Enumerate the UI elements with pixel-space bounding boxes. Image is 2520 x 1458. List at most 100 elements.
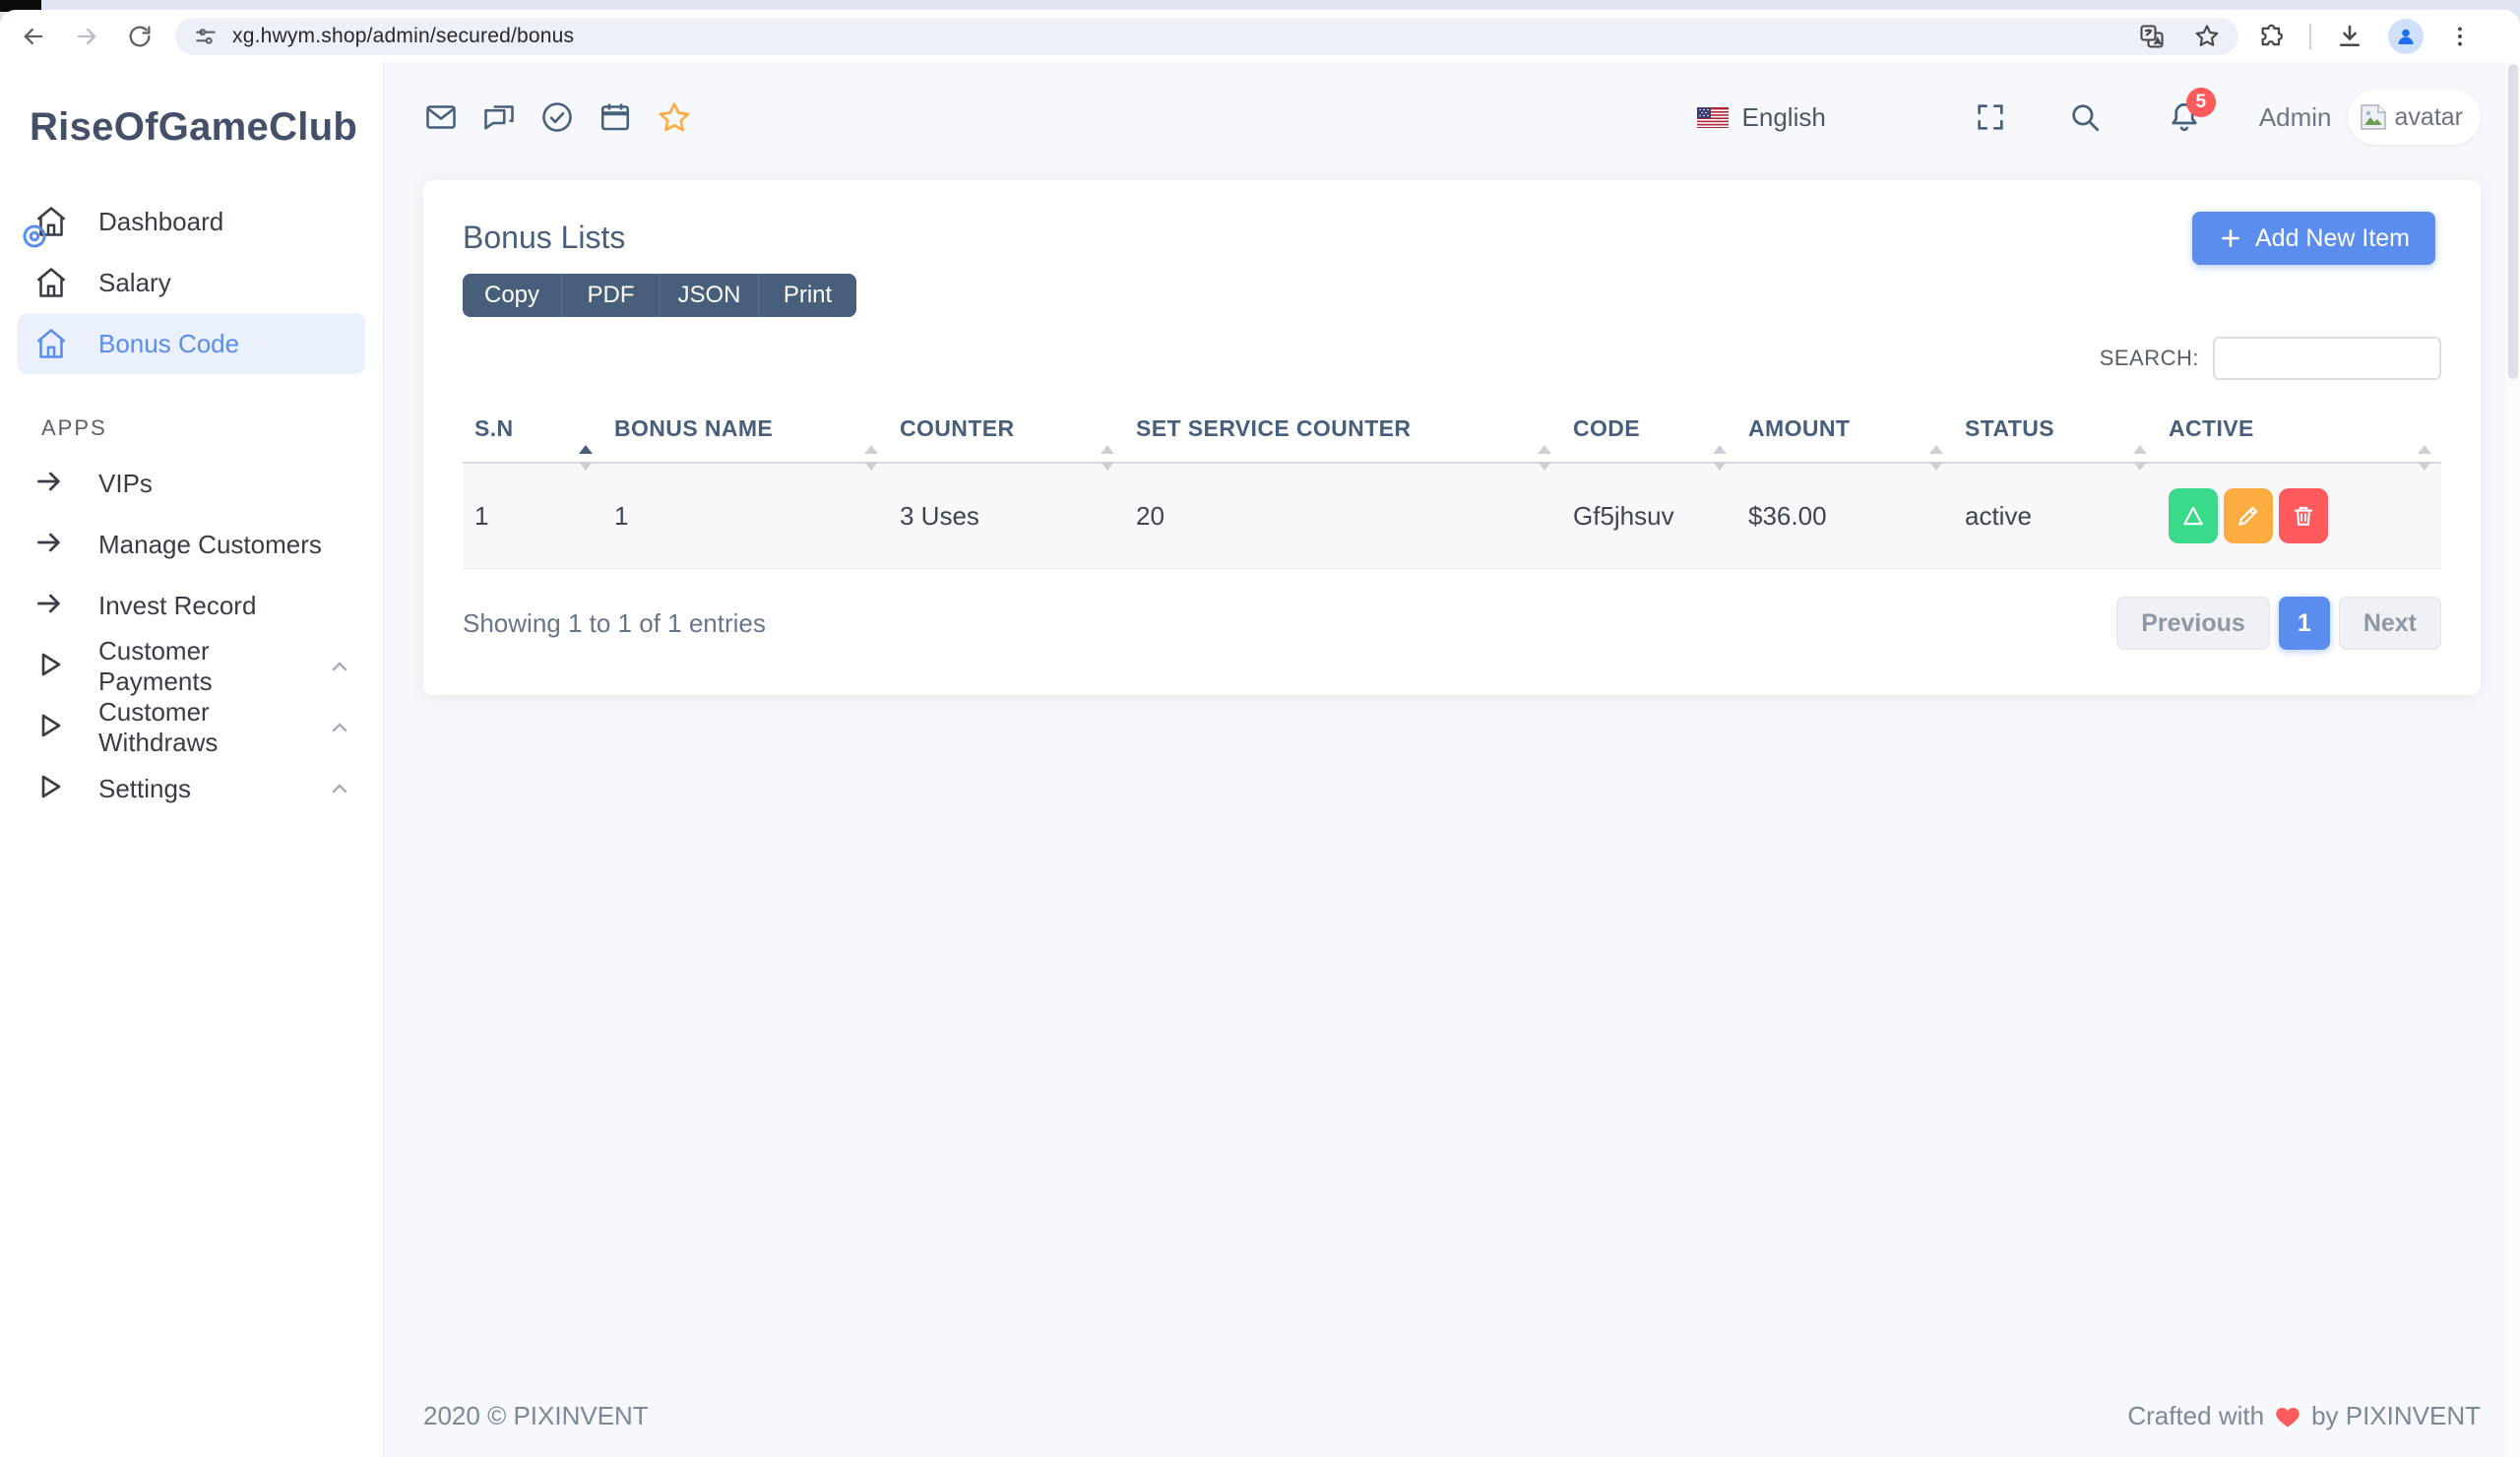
- brand-title: RiseOfGameClub: [30, 105, 358, 149]
- triangle-icon: [2180, 503, 2206, 529]
- avatar[interactable]: avatar: [2347, 90, 2481, 145]
- sort-icons[interactable]: [579, 419, 593, 471]
- site-settings-icon[interactable]: [193, 24, 219, 49]
- home-icon: [23, 204, 69, 248]
- add-new-item-button[interactable]: Add New Item: [2191, 212, 2435, 265]
- sort-icons[interactable]: [1713, 419, 1727, 471]
- arrow-right-icon: [33, 588, 69, 623]
- arrow-right-icon: [33, 527, 69, 562]
- bookmark-star-icon[interactable]: [2193, 23, 2221, 50]
- table-search-input[interactable]: [2213, 337, 2441, 380]
- sidebar-item-label: Invest Record: [98, 590, 257, 620]
- column-header-counter[interactable]: COUNTER: [888, 404, 1124, 471]
- json-button[interactable]: JSON: [660, 274, 758, 317]
- download-icon[interactable]: [2335, 22, 2364, 51]
- language-selector[interactable]: English: [1742, 102, 1826, 133]
- fullscreen-icon[interactable]: [1974, 100, 2007, 134]
- sort-icons[interactable]: [1929, 419, 1943, 471]
- loader-ring-icon: [20, 222, 49, 251]
- back-icon[interactable]: [20, 23, 47, 50]
- entries-info: Showing 1 to 1 of 1 entries: [463, 607, 766, 638]
- chevron-up-icon: [328, 655, 351, 678]
- export-button-group: Copy PDF JSON Print: [463, 274, 856, 317]
- mail-icon[interactable]: [423, 99, 459, 135]
- column-header-amount[interactable]: AMOUNT: [1736, 404, 1953, 471]
- cell-status: active: [1953, 463, 2157, 569]
- table-row: 1 1 3 Uses 20 Gf5jhsuv $36.00 active: [463, 463, 2441, 569]
- trash-icon: [2291, 503, 2316, 529]
- search-label: SEARCH:: [2099, 346, 2199, 370]
- scrollbar-thumb[interactable]: [2508, 64, 2518, 379]
- sidebar-item-vips[interactable]: VIPs: [18, 453, 365, 514]
- edit-button[interactable]: [2224, 488, 2273, 543]
- sort-icons[interactable]: [1538, 419, 1551, 471]
- sidebar: RiseOfGameClub Dashboard Salary Bonus Co…: [0, 62, 384, 1457]
- notification-badge: 5: [2185, 88, 2216, 117]
- sort-icons[interactable]: [1101, 419, 1114, 471]
- reload-icon[interactable]: [126, 23, 154, 50]
- play-icon: [33, 649, 69, 684]
- page-title: Bonus Lists: [463, 220, 626, 255]
- activate-button[interactable]: [2169, 488, 2218, 543]
- search-icon[interactable]: [2068, 100, 2102, 134]
- plus-icon: [2218, 225, 2243, 251]
- browser-menu-icon[interactable]: [2447, 24, 2473, 49]
- sort-icons[interactable]: [2418, 419, 2431, 471]
- sidebar-item-settings[interactable]: Settings: [18, 758, 365, 819]
- star-icon[interactable]: [656, 99, 691, 135]
- extensions-icon[interactable]: [2258, 23, 2286, 50]
- chat-icon[interactable]: [481, 99, 517, 135]
- forward-icon[interactable]: [73, 23, 100, 50]
- cell-set-service-counter: 20: [1124, 463, 1561, 569]
- sidebar-item-invest-record[interactable]: Invest Record: [18, 575, 365, 636]
- address-bar[interactable]: xg.hwym.shop/admin/secured/bonus: [175, 17, 2238, 55]
- previous-page-button[interactable]: Previous: [2116, 597, 2270, 650]
- sidebar-item-customer-payments[interactable]: Customer Payments: [18, 636, 365, 697]
- cell-counter: 3 Uses: [888, 463, 1124, 569]
- copy-button[interactable]: Copy: [463, 274, 561, 317]
- check-circle-icon[interactable]: [539, 99, 575, 135]
- broken-image-icon: [2358, 103, 2389, 131]
- calendar-icon[interactable]: [598, 99, 633, 135]
- toolbar-divider: [2309, 23, 2311, 49]
- sidebar-item-manage-customers[interactable]: Manage Customers: [18, 514, 365, 575]
- apps-menu: VIPs Manage Customers Invest Record Cust…: [0, 453, 383, 819]
- column-header-status[interactable]: STATUS: [1953, 404, 2157, 471]
- page-scrollbar[interactable]: [2506, 62, 2520, 1457]
- column-header-bonus-name[interactable]: BONUS NAME: [602, 404, 888, 471]
- next-page-button[interactable]: Next: [2338, 597, 2441, 650]
- url-text[interactable]: xg.hwym.shop/admin/secured/bonus: [232, 25, 2138, 48]
- column-header-active[interactable]: ACTIVE: [2157, 404, 2441, 471]
- sidebar-item-customer-withdraws[interactable]: Customer Withdraws: [18, 697, 365, 758]
- us-flag-icon[interactable]: [1696, 106, 1729, 128]
- delete-button[interactable]: [2279, 488, 2328, 543]
- print-button[interactable]: Print: [758, 274, 856, 317]
- sidebar-item-label: Dashboard: [98, 206, 224, 236]
- home-icon: [33, 326, 69, 361]
- column-header-set-service-counter[interactable]: SET SERVICE COUNTER: [1124, 404, 1561, 471]
- column-header-code[interactable]: CODE: [1561, 404, 1736, 471]
- pdf-button[interactable]: PDF: [561, 274, 660, 317]
- browser-profile-icon[interactable]: [2388, 18, 2424, 54]
- cell-bonus-name: 1: [602, 463, 888, 569]
- crafted-suffix: by PIXINVENT: [2311, 1401, 2481, 1430]
- avatar-alt-text: avatar: [2394, 102, 2463, 131]
- browser-chrome: xg.hwym.shop/admin/secured/bonus: [0, 0, 2520, 62]
- sidebar-item-dashboard[interactable]: Dashboard: [18, 191, 365, 252]
- notifications-bell[interactable]: 5: [2167, 88, 2216, 135]
- user-name: Admin: [2258, 101, 2332, 132]
- arrow-right-icon: [33, 466, 69, 501]
- bonus-lists-card: Bonus Lists Add New Item Copy PDF JSON P…: [423, 180, 2481, 695]
- crafted-prefix: Crafted with: [2127, 1401, 2265, 1430]
- sidebar-item-bonus-code[interactable]: Bonus Code: [18, 313, 365, 374]
- sort-icons[interactable]: [864, 419, 878, 471]
- translate-icon[interactable]: [2138, 23, 2166, 50]
- copyright-text: 2020 © PIXINVENT: [423, 1401, 649, 1430]
- page-1-button[interactable]: 1: [2278, 597, 2330, 650]
- sidebar-item-label: Settings: [98, 773, 191, 803]
- sort-icons[interactable]: [2133, 419, 2147, 471]
- sidebar-item-label: Salary: [98, 267, 171, 297]
- sidebar-item-salary[interactable]: Salary: [18, 252, 365, 313]
- column-header-sn[interactable]: S.N: [463, 404, 602, 471]
- cell-code: Gf5jhsuv: [1561, 463, 1736, 569]
